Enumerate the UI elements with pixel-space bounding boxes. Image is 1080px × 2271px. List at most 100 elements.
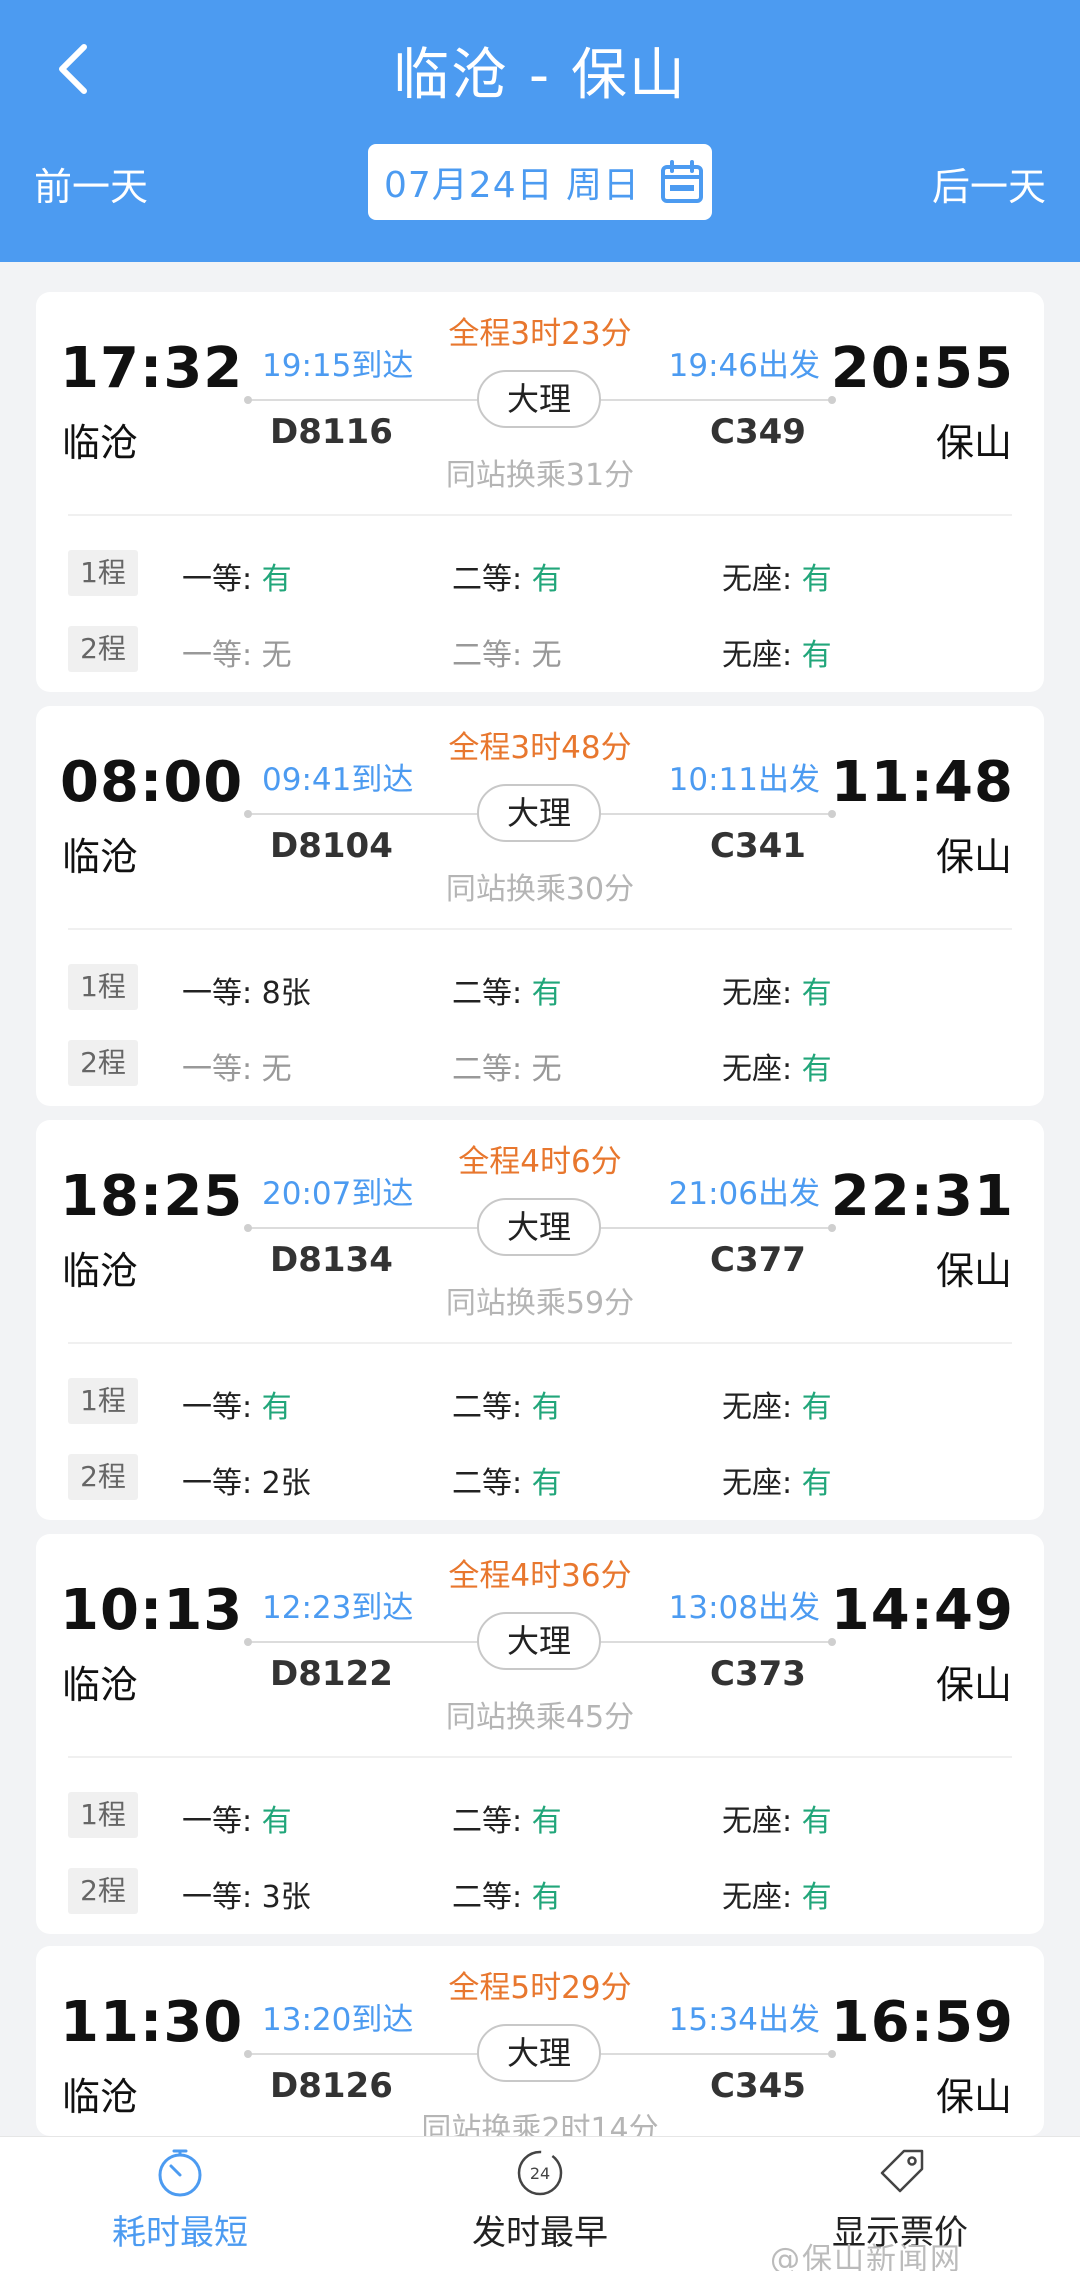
watermark: @保山新闻网 — [770, 2242, 962, 2271]
divider — [68, 928, 1012, 930]
date-picker[interactable]: 07月24日 周日 — [368, 144, 712, 220]
first-class-seat: 一等: 无 — [182, 638, 292, 673]
transfer-arrive-time: 19:15到达 — [262, 348, 414, 384]
page-title: 临沧 - 保山 — [393, 43, 687, 108]
first-class-seat: 一等: 有 — [182, 1390, 292, 1425]
route-dot — [828, 396, 836, 404]
top-header: 临沧 - 保山 前一天 07月24日 周日 后一天 — [0, 0, 1080, 262]
trip-card[interactable]: 11:30 临沧 16:59 保山 全程5时29分 13:20到达 15:34出… — [36, 1946, 1044, 2136]
first-class-seat: 一等: 无 — [182, 1052, 292, 1087]
transfer-depart-time: 21:06出发 — [668, 1176, 820, 1212]
transfer-depart-time: 19:46出发 — [668, 348, 820, 384]
seat-row: 2程 一等: 无 二等: 无 无座: 有 — [36, 1038, 1044, 1094]
next-day-button[interactable]: 后一天 — [932, 156, 1046, 211]
transfer-arrive-time: 09:41到达 — [262, 762, 414, 798]
first-class-seat: 一等: 2张 — [182, 1466, 311, 1501]
train-number-leg1: D8126 — [270, 2066, 393, 2106]
second-class-seat: 二等: 有 — [452, 1880, 562, 1915]
divider — [68, 514, 1012, 516]
date-label: 07月24日 周日 — [384, 165, 641, 206]
route-dot — [828, 810, 836, 818]
total-duration: 全程3时48分 — [448, 730, 632, 766]
leg-badge: 2程 — [68, 1454, 138, 1500]
no-seat: 无座: 有 — [722, 976, 832, 1011]
trip-card[interactable]: 18:25 临沧 22:31 保山 全程4时6分 20:07到达 21:06出发… — [36, 1120, 1044, 1520]
first-class-seat: 一等: 8张 — [182, 976, 311, 1011]
second-class-seat: 二等: 有 — [452, 976, 562, 1011]
sort-earliest-tab[interactable]: 24 发时最早 — [360, 2137, 720, 2271]
leg-badge: 1程 — [68, 1378, 138, 1424]
trip-card[interactable]: 08:00 临沧 11:48 保山 全程3时48分 09:41到达 10:11出… — [36, 706, 1044, 1106]
second-class-seat: 二等: 无 — [452, 1052, 562, 1087]
transfer-station: 大理 — [477, 370, 601, 428]
first-class-seat: 一等: 有 — [182, 1804, 292, 1839]
transfer-note: 同站换乘2时14分 — [421, 2112, 659, 2136]
transfer-note: 同站换乘30分 — [445, 872, 635, 907]
total-duration: 全程4时36分 — [448, 1558, 632, 1594]
second-class-seat: 二等: 有 — [452, 1390, 562, 1425]
seat-row: 1程 一等: 有 二等: 有 无座: 有 — [36, 1790, 1044, 1846]
seat-row: 1程 一等: 有 二等: 有 无座: 有 — [36, 1376, 1044, 1432]
seat-row: 2程 一等: 无 二等: 无 无座: 有 — [36, 624, 1044, 680]
train-number-leg1: D8104 — [270, 826, 393, 866]
seat-row: 2程 一等: 3张 二等: 有 无座: 有 — [36, 1866, 1044, 1922]
divider — [68, 1342, 1012, 1344]
seat-row: 1程 一等: 有 二等: 有 无座: 有 — [36, 548, 1044, 604]
sort-shortest-tab[interactable]: 耗时最短 — [0, 2137, 360, 2271]
transfer-station: 大理 — [477, 2024, 601, 2082]
first-class-seat: 一等: 3张 — [182, 1880, 311, 1915]
transfer-station: 大理 — [477, 1198, 601, 1256]
clock-24-text: 24 — [530, 2164, 550, 2183]
second-class-seat: 二等: 有 — [452, 1804, 562, 1839]
train-number-leg2: C373 — [710, 1654, 806, 1694]
route-dot — [828, 1224, 836, 1232]
sort-earliest-label: 发时最早 — [472, 2213, 608, 2253]
transfer-note: 同站换乘45分 — [445, 1700, 635, 1735]
trip-card[interactable]: 17:32 临沧 20:55 保山 全程3时23分 19:15到达 19:46出… — [36, 292, 1044, 692]
no-seat: 无座: 有 — [722, 638, 832, 673]
trip-card[interactable]: 10:13 临沧 14:49 保山 全程4时36分 12:23到达 13:08出… — [36, 1534, 1044, 1934]
seat-row: 1程 一等: 8张 二等: 有 无座: 有 — [36, 962, 1044, 1018]
no-seat: 无座: 有 — [722, 1880, 832, 1915]
leg-badge: 2程 — [68, 1040, 138, 1086]
total-duration: 全程3时23分 — [448, 316, 632, 352]
route-dot — [244, 396, 252, 404]
second-class-seat: 二等: 有 — [452, 562, 562, 597]
transfer-depart-time: 15:34出发 — [668, 2002, 820, 2038]
total-duration: 全程4时6分 — [458, 1144, 622, 1180]
train-number-leg2: C345 — [710, 2066, 806, 2106]
divider — [68, 1756, 1012, 1758]
prev-day-button[interactable]: 前一天 — [34, 156, 148, 211]
no-seat: 无座: 有 — [722, 562, 832, 597]
transfer-station: 大理 — [477, 1612, 601, 1670]
train-number-leg2: C377 — [710, 1240, 806, 1280]
total-duration: 全程5时29分 — [448, 1970, 632, 2006]
leg-badge: 2程 — [68, 1868, 138, 1914]
leg-badge: 1程 — [68, 550, 138, 596]
leg-badge: 1程 — [68, 964, 138, 1010]
route-dot — [244, 810, 252, 818]
train-number-leg2: C349 — [710, 412, 806, 452]
train-number-leg1: D8116 — [270, 412, 393, 452]
no-seat: 无座: 有 — [722, 1804, 832, 1839]
transfer-note: 同站换乘59分 — [445, 1286, 635, 1321]
first-class-seat: 一等: 有 — [182, 562, 292, 597]
clock-24-icon: 24 — [517, 2150, 563, 2196]
train-number-leg1: D8134 — [270, 1240, 393, 1280]
second-class-seat: 二等: 无 — [452, 638, 562, 673]
leg-badge: 1程 — [68, 1792, 138, 1838]
transfer-note: 同站换乘31分 — [445, 458, 635, 493]
no-seat: 无座: 有 — [722, 1390, 832, 1425]
calendar-icon — [661, 160, 704, 203]
transfer-depart-time: 13:08出发 — [668, 1590, 820, 1626]
route-dot — [244, 1638, 252, 1646]
train-number-leg2: C341 — [710, 826, 806, 866]
route-dot — [828, 2050, 836, 2058]
transfer-arrive-time: 13:20到达 — [262, 2002, 414, 2038]
train-number-leg1: D8122 — [270, 1654, 393, 1694]
route-dot — [244, 1224, 252, 1232]
price-tag-icon — [880, 2149, 924, 2193]
second-class-seat: 二等: 有 — [452, 1466, 562, 1501]
route-dot — [244, 2050, 252, 2058]
route-dot — [828, 1638, 836, 1646]
